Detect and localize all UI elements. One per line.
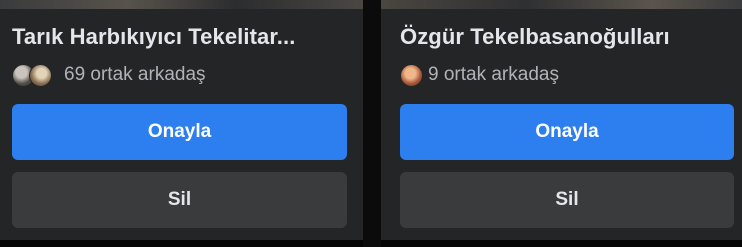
profile-photo[interactable] bbox=[0, 0, 363, 9]
avatar bbox=[400, 64, 423, 87]
friend-requests-panel: Tarık Harbıkıyıcı Tekelitar... 69 ortak … bbox=[0, 0, 742, 247]
avatar bbox=[29, 64, 52, 87]
confirm-button[interactable]: Onayla bbox=[400, 104, 734, 160]
mutual-friends-count: 9 ortak arkadaş bbox=[428, 64, 559, 85]
friend-request-card: Özgür Tekelbasanoğulları 9 ortak arkadaş… bbox=[381, 0, 742, 240]
requester-name[interactable]: Tarık Harbıkıyıcı Tekelitar... bbox=[12, 24, 353, 50]
mutual-friends-row[interactable]: 69 ortak arkadaş bbox=[12, 64, 206, 87]
profile-photo[interactable] bbox=[381, 0, 742, 9]
friend-request-card: Tarık Harbıkıyıcı Tekelitar... 69 ortak … bbox=[0, 0, 363, 240]
mutual-friend-avatars bbox=[12, 64, 60, 87]
mutual-friends-count: 69 ortak arkadaş bbox=[64, 64, 206, 85]
mutual-friends-row[interactable]: 9 ortak arkadaş bbox=[400, 64, 559, 87]
mutual-friend-avatars bbox=[400, 64, 424, 87]
requester-name[interactable]: Özgür Tekelbasanoğulları bbox=[400, 24, 732, 50]
delete-button[interactable]: Sil bbox=[12, 172, 347, 228]
confirm-button[interactable]: Onayla bbox=[12, 104, 347, 160]
card-gap bbox=[363, 0, 381, 247]
delete-button[interactable]: Sil bbox=[400, 172, 734, 228]
